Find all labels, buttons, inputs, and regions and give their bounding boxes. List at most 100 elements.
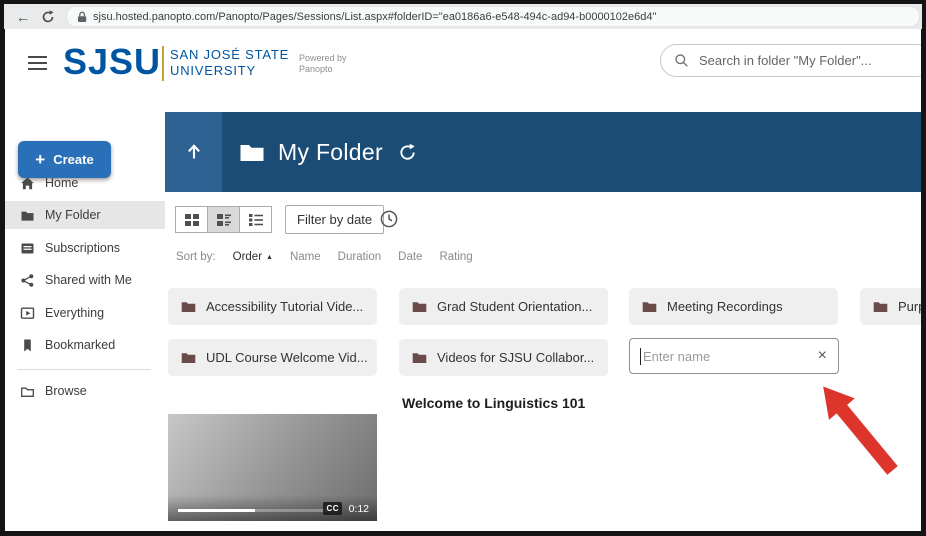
refresh-icon [398,143,417,162]
powered-by-line2: Panopto [299,64,347,75]
address-bar[interactable]: sjsu.hosted.panopto.com/Panopto/Pages/Se… [66,6,920,27]
app-header: SJSU SAN JOSÉ STATE UNIVERSITY Powered b… [5,29,921,95]
sidebar: + Create Home My Folder Subscriptions [5,95,165,531]
search-icon [674,53,689,68]
thumbnail-overlay [168,495,377,521]
sort-option-order[interactable]: Order ▲ [233,251,273,263]
red-arrow-annotation [798,382,903,477]
folder-icon [873,301,888,313]
folder-banner: My Folder [165,112,921,192]
folder-title: My Folder [278,139,383,166]
filter-by-date-label: Filter by date [297,212,372,227]
folder-card[interactable]: Grad Student Orientation... [399,288,608,325]
progress-track [178,509,328,512]
share-icon [20,273,35,288]
subscriptions-icon [20,241,35,256]
search-input[interactable] [697,52,921,69]
folder-card[interactable]: Accessibility Tutorial Vide... [168,288,377,325]
sjsu-logo: SJSU [63,41,161,83]
folder-card[interactable]: UDL Course Welcome Vid... [168,339,377,376]
sidebar-item-subscriptions[interactable]: Subscriptions [5,234,165,262]
folder-card-label: Videos for SJSU Collabor... [437,350,594,365]
home-icon [20,176,35,191]
sidebar-item-label: Subscriptions [45,241,120,255]
list-view-icon [248,213,264,227]
sort-ascending-icon: ▲ [266,254,273,261]
sidebar-item-label: Browse [45,384,87,398]
up-arrow-icon [184,142,204,162]
up-level-button[interactable] [165,112,222,192]
clock-button[interactable] [377,207,401,231]
folder-icon [642,301,657,313]
powered-by: Powered by Panopto [299,53,347,75]
sidebar-item-my-folder[interactable]: My Folder [5,201,165,229]
sidebar-item-home[interactable]: Home [5,169,165,197]
search-box[interactable] [660,44,921,77]
grid-view-icon [184,213,200,227]
panopto-app: SJSU SAN JOSÉ STATE UNIVERSITY Powered b… [5,29,921,531]
sidebar-item-label: My Folder [45,208,101,222]
clock-icon [379,209,399,229]
browser-toolbar: ← sjsu.hosted.panopto.com/Panopto/Pages/… [4,4,922,29]
grid-view-button[interactable] [175,206,208,233]
sidebar-item-bookmarked[interactable]: Bookmarked [5,331,165,359]
lock-icon [77,11,87,23]
url-text: sjsu.hosted.panopto.com/Panopto/Pages/Se… [93,11,656,23]
sort-by-label: Sort by: [176,251,216,263]
create-button-label: Create [53,152,93,167]
sidebar-divider [17,369,151,370]
folder-icon [181,352,196,364]
view-toggle-group [175,206,272,233]
sort-option-duration[interactable]: Duration [338,251,381,263]
progress-fill [178,509,255,512]
folder-card-label: Grad Student Orientation... [437,299,592,314]
folder-icon [412,301,427,313]
captions-badge: CC [323,502,342,515]
filter-by-date-button[interactable]: Filter by date [285,205,384,234]
university-name-line2: UNIVERSITY [170,63,289,79]
refresh-icon[interactable] [41,10,55,24]
tile-view-icon [216,213,232,227]
sort-option-rating[interactable]: Rating [439,251,472,263]
new-folder-name-input[interactable] [641,348,815,365]
tile-view-button[interactable] [207,206,240,233]
list-view-button[interactable] [239,206,272,233]
sidebar-item-label: Home [45,176,78,190]
sidebar-item-label: Bookmarked [45,338,115,352]
video-duration: 0:12 [349,503,369,515]
sidebar-item-shared-with-me[interactable]: Shared with Me [5,266,165,294]
folder-card[interactable]: Purp [860,288,921,325]
folder-card[interactable]: Meeting Recordings [629,288,838,325]
folder-icon [20,208,35,223]
folder-icon [181,301,196,313]
folder-card-label: Meeting Recordings [667,299,783,314]
main-content: My Folder [165,95,921,531]
sort-active-label: Order [233,251,262,263]
video-title: Welcome to Linguistics 101 [402,395,585,411]
bookmark-icon [20,338,35,353]
folder-card-label: UDL Course Welcome Vid... [206,350,368,365]
folder-card[interactable]: Videos for SJSU Collabor... [399,339,608,376]
plus-icon: + [35,151,45,168]
sort-option-date[interactable]: Date [398,251,422,263]
new-folder-name-field[interactable]: × [629,338,839,374]
sort-option-name[interactable]: Name [290,251,321,263]
sidebar-item-label: Everything [45,306,104,320]
clear-input-button[interactable]: × [815,348,830,364]
powered-by-line1: Powered by [299,53,347,64]
university-name-line1: SAN JOSÉ STATE [170,47,289,63]
banner-folder-icon [239,142,265,163]
play-screen-icon [20,306,35,321]
university-name: SAN JOSÉ STATE UNIVERSITY [170,47,289,79]
folder-icon [412,352,427,364]
folder-card-label: Purp [898,299,921,314]
folder-card-label: Accessibility Tutorial Vide... [206,299,363,314]
refresh-folder-button[interactable] [398,143,417,162]
sort-bar: Sort by: Order ▲ Name Duration Date Rati… [176,251,473,263]
menu-icon[interactable] [28,56,47,74]
sidebar-item-everything[interactable]: Everything [5,299,165,327]
browse-folder-icon [20,384,35,399]
back-icon[interactable]: ← [16,10,30,24]
video-thumbnail[interactable]: CC 0:12 [168,414,377,521]
sidebar-item-browse[interactable]: Browse [5,377,165,405]
